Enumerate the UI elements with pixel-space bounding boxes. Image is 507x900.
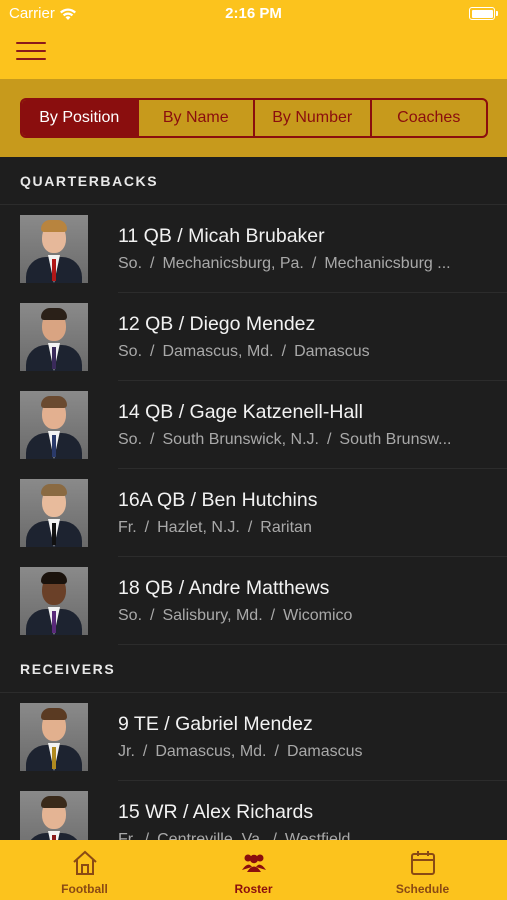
player-details: So. / South Brunswick, N.J. / South Brunsw..… xyxy=(118,431,488,449)
player-school: South Brunsw... xyxy=(339,431,452,448)
separator: / xyxy=(150,255,155,272)
player-photo xyxy=(20,391,88,459)
people-icon xyxy=(241,854,266,872)
segment-by-position[interactable]: By Position xyxy=(22,100,137,136)
player-hometown: Damascus, Md. xyxy=(162,343,274,360)
section-header: QUARTERBACKS xyxy=(0,157,507,205)
tab-label: Roster xyxy=(234,882,273,896)
player-photo xyxy=(20,215,88,283)
player-name: 16A QB / Ben Hutchins xyxy=(118,489,318,511)
player-hometown: Damascus, Md. xyxy=(155,743,267,760)
player-photo xyxy=(20,479,88,547)
separator: / xyxy=(150,343,155,360)
separator: / xyxy=(144,831,150,840)
player-details: So. / Mechanicsburg, Pa. / Mechanicsburg ... xyxy=(118,255,488,273)
player-row[interactable]: 18 QB / Andre Matthews So. / Salisbury, Md.… xyxy=(0,557,507,645)
hamburger-menu-icon[interactable] xyxy=(16,42,46,62)
roster-list[interactable]: QUARTERBACKS 11 QB / Micah Brubaker So. / Me… xyxy=(0,157,507,840)
player-year: So. xyxy=(118,431,143,448)
section-header: RECEIVERS xyxy=(0,645,507,693)
tab-label: Football xyxy=(61,882,108,896)
separator: / xyxy=(150,607,155,624)
tab-label: Schedule xyxy=(395,882,450,896)
player-details: So. / Salisbury, Md. / Wicomico xyxy=(118,607,488,625)
player-school: Wicomico xyxy=(283,607,353,624)
player-year: So. xyxy=(118,255,143,272)
player-photo xyxy=(20,567,88,635)
separator: / xyxy=(247,519,253,536)
tab-bar: Football Roster Schedule xyxy=(0,840,507,900)
player-row[interactable]: 11 QB / Micah Brubaker So. / Mechanicsburg,… xyxy=(0,205,507,293)
roster-filter-segmented-control: By Position By Name By Number Coaches xyxy=(20,98,488,138)
player-name: 15 WR / Alex Richards xyxy=(118,801,314,823)
player-name: 14 QB / Gage Katzenell-Hall xyxy=(118,401,363,423)
player-school: Raritan xyxy=(260,519,312,536)
player-details: So. / Damascus, Md. / Damascus xyxy=(118,343,488,361)
segment-coaches[interactable]: Coaches xyxy=(369,100,487,136)
player-year: So. xyxy=(118,343,143,360)
player-hometown: Mechanicsburg, Pa. xyxy=(162,255,304,272)
player-photo xyxy=(20,303,88,371)
separator: / xyxy=(311,255,317,272)
status-time: 2:16 PM xyxy=(225,5,282,22)
player-hometown: Centreville, Va. xyxy=(157,831,265,840)
separator: / xyxy=(274,743,279,760)
player-row[interactable]: 9 TE / Gabriel Mendez Jr. / Damascus, Md. / D… xyxy=(0,693,507,781)
player-row[interactable]: 12 QB / Diego Mendez So. / Damascus, Md. / Da… xyxy=(0,293,507,381)
player-hometown: Salisbury, Md. xyxy=(162,607,263,624)
player-row[interactable]: 15 WR / Alex Richards Fr. / Centreville, Va… xyxy=(0,781,507,840)
separator: / xyxy=(142,743,148,760)
player-school: Westfield xyxy=(284,831,351,840)
player-year: Fr. xyxy=(118,519,137,536)
player-photo xyxy=(20,703,88,771)
segment-by-name[interactable]: By Name xyxy=(136,100,254,136)
battery-icon xyxy=(469,7,498,20)
home-icon xyxy=(72,850,97,875)
player-name: 18 QB / Andre Matthews xyxy=(118,577,330,599)
navigation-bar: Carrier 2:16 PM xyxy=(0,0,507,79)
tab-schedule[interactable]: Schedule xyxy=(338,840,507,900)
player-school: Damascus xyxy=(294,343,370,360)
player-school: Damascus xyxy=(286,743,363,760)
player-row[interactable]: 16A QB / Ben Hutchins Fr. / Hazlet, N.J. / Ra… xyxy=(0,469,507,557)
calendar-icon xyxy=(410,851,435,875)
separator: / xyxy=(272,831,277,840)
player-name: 12 QB / Diego Mendez xyxy=(118,313,316,335)
status-bar: Carrier 2:16 PM xyxy=(0,0,507,28)
tab-roster[interactable]: Roster xyxy=(169,840,338,900)
player-details: Fr. / Hazlet, N.J. / Raritan xyxy=(118,519,488,537)
separator: / xyxy=(150,431,155,448)
player-details: Fr. / Centreville, Va. / Westfield xyxy=(118,831,488,840)
player-name: 11 QB / Micah Brubaker xyxy=(118,225,325,247)
player-hometown: South Brunswick, N.J. xyxy=(162,431,319,448)
separator: / xyxy=(326,431,332,448)
player-year: So. xyxy=(118,607,143,624)
row-divider xyxy=(118,644,507,645)
separator: / xyxy=(281,343,287,360)
player-row[interactable]: 14 QB / Gage Katzenell-Hall So. / South Bru… xyxy=(0,381,507,469)
player-details: Jr. / Damascus, Md. / Damascus xyxy=(118,743,488,761)
separator: / xyxy=(144,519,150,536)
player-school: Mechanicsburg ... xyxy=(324,255,451,272)
player-year: Fr. xyxy=(118,831,137,840)
player-photo xyxy=(20,791,88,840)
player-year: Jr. xyxy=(118,743,135,760)
tab-football[interactable]: Football xyxy=(0,840,169,900)
filter-band: By Position By Name By Number Coaches xyxy=(0,79,507,157)
separator: / xyxy=(270,607,276,624)
player-hometown: Hazlet, N.J. xyxy=(157,519,240,536)
player-name: 9 TE / Gabriel Mendez xyxy=(118,713,313,735)
segment-by-number[interactable]: By Number xyxy=(253,100,370,136)
